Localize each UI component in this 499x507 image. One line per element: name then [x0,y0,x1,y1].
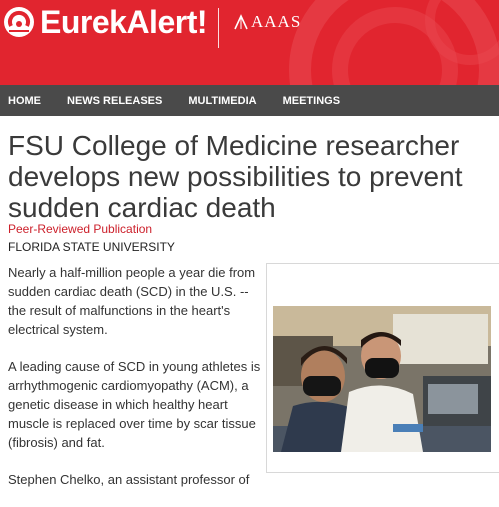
site-header: EurekAlert! AAAS [0,0,499,85]
article-paragraph: A leading cause of SCD in young athletes… [8,359,261,450]
eurekalert-logo-icon [4,7,34,37]
aaas-text: AAAS [251,12,302,31]
aaas-triangle-icon [234,14,248,30]
nav-news-releases[interactable]: NEWS RELEASES [67,95,162,107]
aaas-logo[interactable]: AAAS [233,12,301,32]
eurekalert-logo[interactable]: EurekAlert! [4,4,208,40]
article-paragraph: Nearly a half-million people a year die … [8,265,256,337]
article-title: FSU College of Medicine researcher devel… [8,130,463,223]
logo-text: EurekAlert! [40,4,208,40]
nav-home[interactable]: HOME [8,95,41,107]
article-body: Nearly a half-million people a year die … [8,263,263,507]
nav-multimedia[interactable]: MULTIMEDIA [188,95,256,107]
article-paragraph: Stephen Chelko, an assistant professor o… [8,472,250,487]
institution-name: FLORIDA STATE UNIVERSITY [8,240,175,254]
main-nav: HOME NEWS RELEASES MULTIMEDIA MEETINGS [0,85,499,116]
peer-reviewed-label[interactable]: Peer-Reviewed Publication [8,222,152,236]
nav-meetings[interactable]: MEETINGS [283,95,340,107]
article-photo[interactable] [273,306,491,452]
article-figure [266,263,499,473]
header-divider [218,8,219,48]
